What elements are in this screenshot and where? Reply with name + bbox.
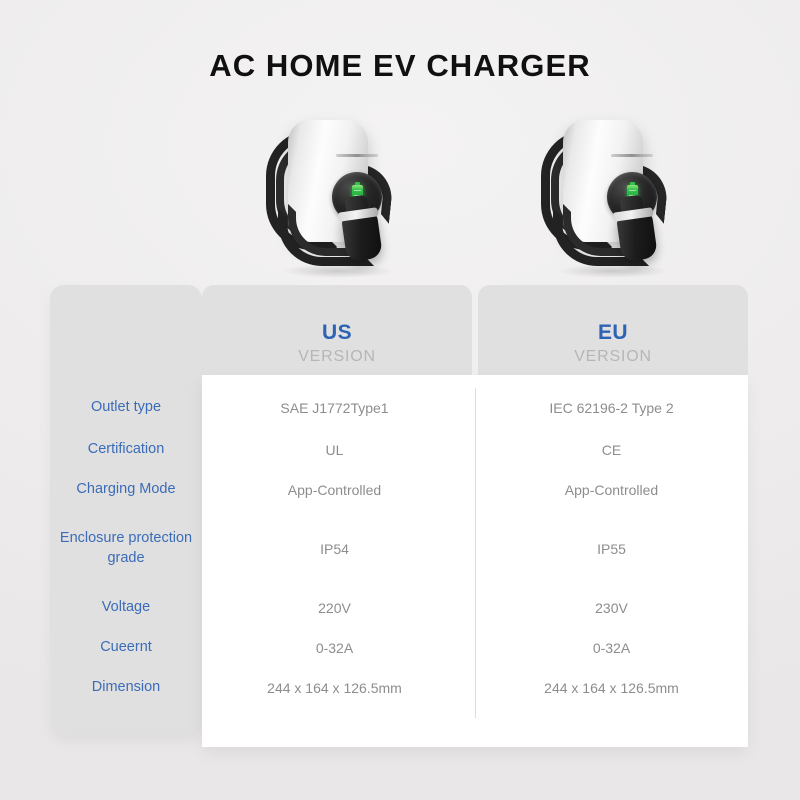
row-value-eu: CE [601, 442, 622, 458]
row-value-us: SAE J1772Type1 [280, 400, 389, 416]
row-value-us: UL [325, 442, 344, 458]
row-value-eu: IP55 [597, 541, 626, 557]
table-row: Dimension 244 x 164 x 126.5mm 244 x 164 … [50, 673, 748, 703]
table-row: Certification UL CE [50, 435, 748, 465]
table-row: Charging Mode App-Controlled App-Control… [50, 475, 748, 505]
charger-vent-slot-icon [336, 154, 378, 157]
row-value-us: 220V [318, 600, 351, 616]
spec-rows: Outlet type SAE J1772Type1 IEC 62196-2 T… [50, 285, 748, 747]
row-label: Voltage [101, 599, 151, 616]
row-label: Enclosure protection grade [59, 530, 193, 566]
row-value-us: 244 x 164 x 126.5mm [267, 680, 402, 696]
row-value-eu: 244 x 164 x 126.5mm [544, 680, 679, 696]
charger-vent-slot-icon [611, 154, 653, 157]
row-value-eu: 0-32A [592, 640, 631, 656]
product-image-us [258, 104, 418, 284]
spec-comparison-table: US VERSION EU VERSION Outlet type SAE J1… [50, 285, 748, 747]
table-row: Enclosure protection grade IP54 IP55 [50, 525, 748, 573]
product-image-row [0, 104, 800, 284]
product-shadow-eu [557, 264, 669, 278]
row-value-us: 0-32A [315, 640, 354, 656]
row-value-eu: IEC 62196-2 Type 2 [549, 400, 674, 416]
page-title: AC HOME EV CHARGER [209, 48, 591, 83]
row-label: Outlet type [90, 399, 162, 416]
table-row: Cueernt 0-32A 0-32A [50, 633, 748, 663]
charger-illustration-eu [533, 104, 693, 284]
row-label: Dimension [91, 679, 161, 696]
row-value-us: App-Controlled [287, 482, 382, 498]
table-row: Voltage 220V 230V [50, 593, 748, 623]
row-label: Charging Mode [76, 481, 176, 498]
table-row: Outlet type SAE J1772Type1 IEC 62196-2 T… [50, 393, 748, 423]
row-value-us: IP54 [320, 541, 349, 557]
row-value-eu: App-Controlled [564, 482, 659, 498]
row-label: Cueernt [100, 639, 152, 656]
product-shadow-us [282, 264, 394, 278]
product-image-eu [533, 104, 693, 284]
row-label: Certification [87, 441, 165, 458]
row-value-eu: 230V [595, 600, 628, 616]
charger-illustration-us [258, 104, 418, 284]
